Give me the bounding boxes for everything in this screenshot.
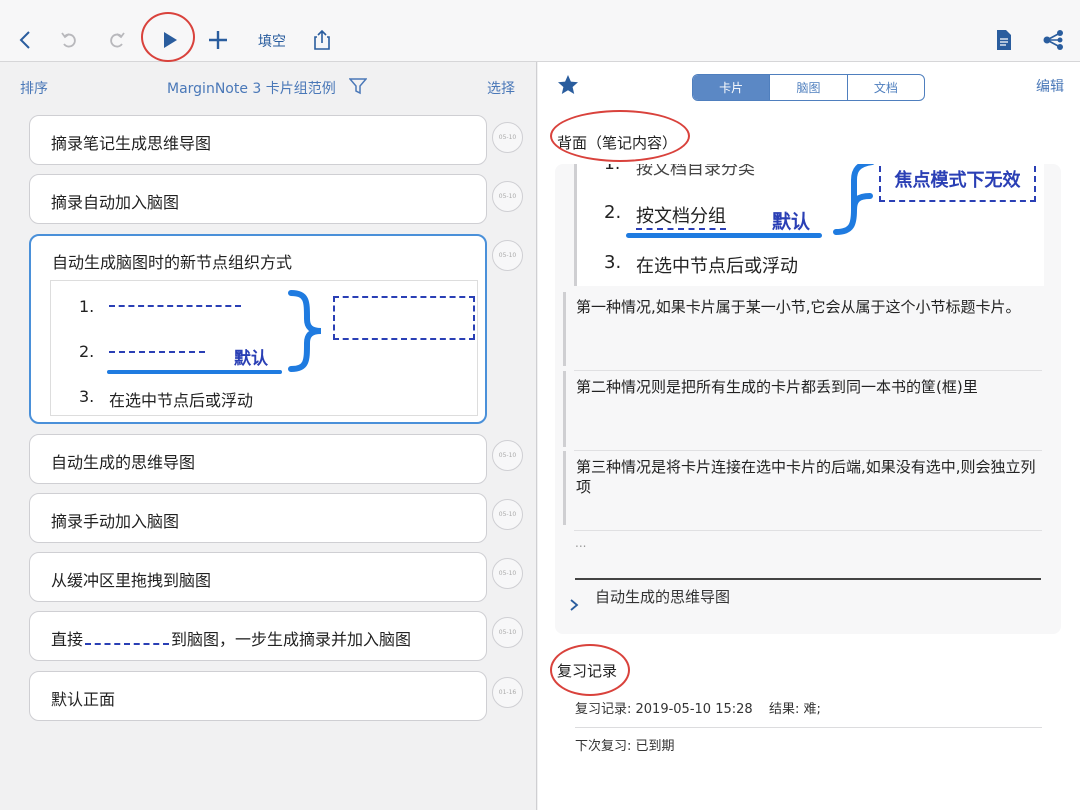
note-content-box: 1. 按文档目录分类 2. 按文档分组 默认 3. 在选中节点后或浮动 焦点模式… [555, 164, 1061, 634]
card-title: 自动生成脑图时的新节点组织方式 [52, 253, 293, 272]
divider [574, 530, 1042, 531]
review-date-badge: 05-10 [492, 122, 523, 153]
card-item[interactable]: 摘录自动加入脑图 [29, 174, 487, 224]
divider [574, 450, 1042, 451]
preview-number-1: 1. [79, 297, 95, 316]
paragraph-1-border [563, 292, 566, 366]
card-title-prefix: 直接 [51, 630, 84, 649]
review-date-badge: 05-10 [492, 558, 523, 589]
redo-icon[interactable] [101, 24, 133, 56]
image-focus-label: 焦点模式下无效 [894, 170, 1021, 191]
image-item-1-partial: 按文档目录分类 [636, 164, 755, 179]
card-preview-image: 1. 2. 默认 3. 在选中节点后或浮动 [50, 280, 478, 416]
chevron-right-icon[interactable] [569, 597, 579, 616]
review-record: 复习记录: 2019-05-10 15:28 [575, 702, 753, 717]
image-number-1: 1. [604, 164, 621, 174]
card-item[interactable]: 摘录笔记生成思维导图 [29, 115, 487, 165]
image-item-2: 按文档分组 [636, 202, 726, 230]
review-date-badge: 05-10 [492, 617, 523, 648]
note-paragraph: 第一种情况,如果卡片属于某一小节,它会从属于这个小节标题卡片。 [576, 298, 1021, 316]
preview-item-3: 在选中节点后或浮动 [109, 391, 254, 410]
card-title: 自动生成的思维导图 [51, 453, 196, 472]
card-list-pane: 排序 MarginNote 3 卡片组范例 选择 摘录笔记生成思维导图 05-1… [0, 62, 537, 810]
card-title: 摘录笔记生成思维导图 [51, 134, 212, 153]
tab-card[interactable]: 卡片 [693, 75, 771, 100]
image-number-3: 3. [604, 252, 622, 273]
preview-number-2: 2. [79, 342, 95, 361]
review-date-badge: 05-10 [492, 499, 523, 530]
filter-icon[interactable] [348, 77, 368, 99]
preview-blank-1 [109, 305, 241, 307]
review-date-badge: 05-10 [492, 181, 523, 212]
card-title: 直接 到脑图，一步生成摘录并加入脑图 [51, 626, 411, 650]
annotation-circle-play [141, 12, 195, 62]
review-result: 结果: 难; [769, 702, 821, 717]
link-separator [575, 578, 1041, 580]
card-title-suffix: 到脑图，一步生成摘录并加入脑图 [171, 630, 412, 649]
card-item[interactable]: 默认正面 [29, 671, 487, 721]
tab-mindmap[interactable]: 脑图 [770, 75, 848, 100]
review-divider [575, 727, 1042, 728]
card-title: 摘录手动加入脑图 [51, 512, 180, 531]
share-icon[interactable] [306, 24, 338, 56]
preview-number-3: 3. [79, 387, 95, 406]
card-title: 从缓冲区里拖拽到脑图 [51, 571, 212, 590]
image-number-2: 2. [604, 202, 622, 223]
note-paragraph: 第二种情况则是把所有生成的卡片都丢到同一本书的筐(框)里 [576, 378, 978, 396]
review-date-badge: 05-10 [492, 240, 523, 271]
select-button[interactable]: 选择 [487, 78, 515, 98]
next-review: 下次复习: 已到期 [575, 739, 675, 754]
edit-button[interactable]: 编辑 [1036, 76, 1064, 96]
card-title-blank [85, 643, 170, 645]
view-mode-tabs: 卡片 脑图 文档 [692, 74, 925, 101]
card-detail-pane: 卡片 脑图 文档 编辑 背面（笔记内容） 1. 按文档目录分类 2. 按文档分组… [538, 62, 1080, 810]
mindmap-share-icon[interactable] [1037, 24, 1069, 56]
note-image: 1. 按文档目录分类 2. 按文档分组 默认 3. 在选中节点后或浮动 焦点模式… [574, 164, 1044, 286]
preview-dashed-box [333, 296, 475, 340]
divider [574, 370, 1042, 371]
image-focus-box: 焦点模式下无效 [879, 164, 1036, 202]
review-date-badge: 05-10 [492, 440, 523, 471]
sort-button[interactable]: 排序 [20, 78, 48, 98]
undo-icon[interactable] [53, 24, 85, 56]
card-group-title: MarginNote 3 卡片组范例 [167, 81, 336, 97]
preview-default-underline [107, 370, 282, 374]
review-date-badge: 01-16 [492, 677, 523, 708]
card-title: 默认正面 [51, 690, 116, 709]
document-icon[interactable] [988, 24, 1020, 56]
toolbar: 填空 [0, 0, 1080, 62]
image-item-3: 在选中节点后或浮动 [636, 256, 798, 277]
preview-blank-2 [109, 351, 205, 353]
card-item[interactable]: 自动生成的思维导图 [29, 434, 487, 484]
paragraph-3-border [563, 451, 566, 525]
star-icon[interactable] [557, 74, 579, 100]
back-icon[interactable] [10, 24, 42, 56]
plus-icon[interactable] [202, 24, 234, 56]
image-default-label: 默认 [772, 211, 811, 233]
ellipsis: ... [575, 536, 587, 550]
card-item[interactable]: 摘录手动加入脑图 [29, 493, 487, 543]
card-item[interactable]: 直接 到脑图，一步生成摘录并加入脑图 [29, 611, 487, 661]
card-list-header: 排序 MarginNote 3 卡片组范例 选择 [0, 62, 537, 112]
fill-blank-button[interactable]: 填空 [258, 31, 286, 51]
card-item[interactable]: 从缓冲区里拖拽到脑图 [29, 552, 487, 602]
annotation-circle-review [550, 644, 630, 696]
annotation-circle-back-heading [550, 110, 690, 162]
image-brace-icon [833, 164, 875, 235]
card-item-selected[interactable]: 自动生成脑图时的新节点组织方式 1. 2. 默认 3. 在选中节点后或浮动 [29, 234, 487, 424]
card-title: 摘录自动加入脑图 [51, 193, 180, 212]
paragraph-2-border [563, 371, 566, 447]
linked-card-title[interactable]: 自动生成的思维导图 [595, 586, 730, 607]
preview-brace-icon [288, 290, 322, 372]
image-default-underline [626, 233, 822, 238]
tab-document[interactable]: 文档 [848, 75, 924, 100]
image-left-border [574, 164, 577, 286]
preview-default-label: 默认 [234, 349, 268, 369]
note-paragraph: 第三种情况是将卡片连接在选中卡片的后端,如果没有选中,则会独立列项 [576, 458, 1036, 496]
